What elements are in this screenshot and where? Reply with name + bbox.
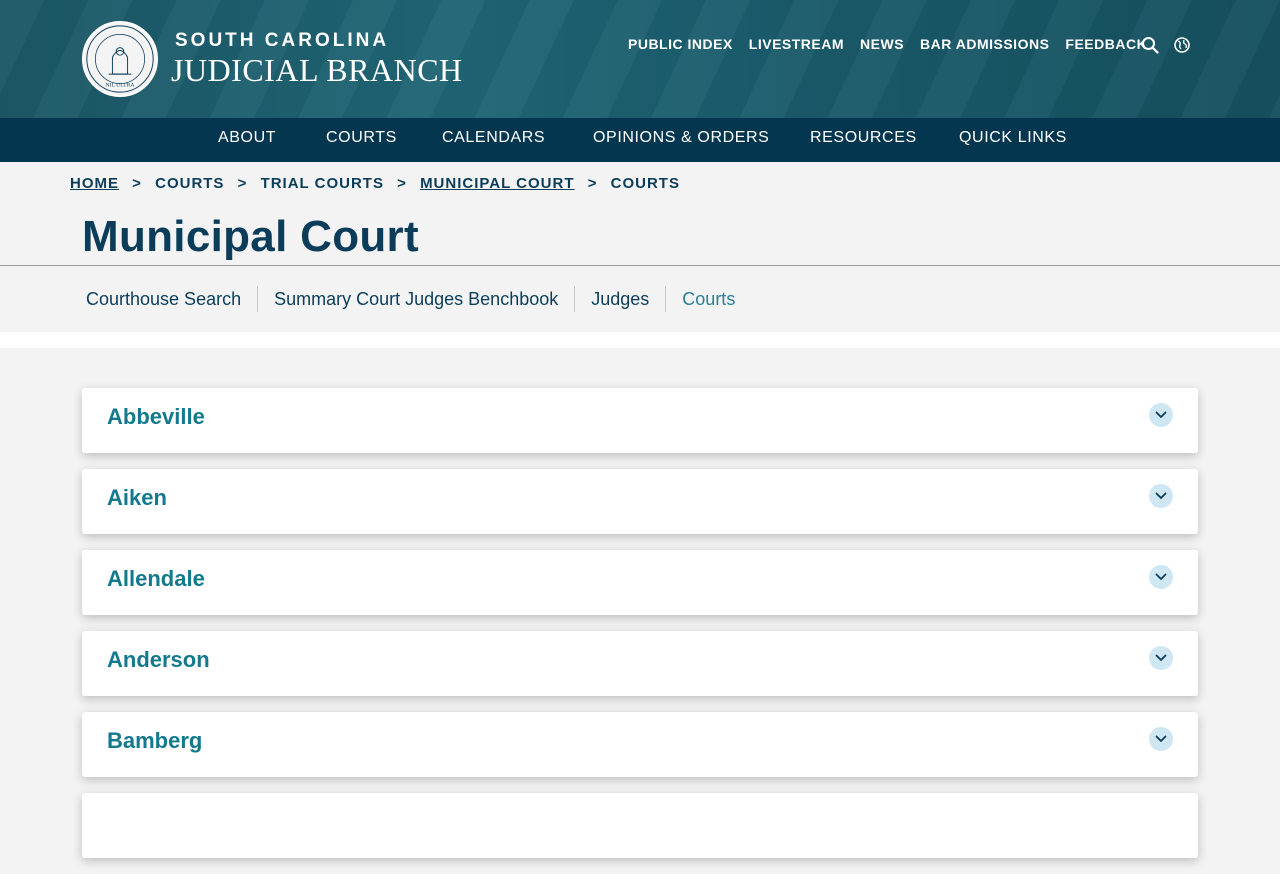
breadcrumb-separator: > — [132, 175, 142, 192]
breadcrumb-separator: > — [397, 175, 407, 192]
breadcrumb-courts: COURTS — [155, 175, 225, 192]
subnav-courts[interactable]: Courts — [666, 289, 751, 310]
seal-graphic: NIL ULTRA — [86, 25, 154, 93]
breadcrumb-trial-courts: TRIAL COURTS — [260, 175, 384, 192]
nav-quick-links[interactable]: QUICK LINKS — [959, 129, 1067, 147]
subnav-courthouse-search[interactable]: Courthouse Search — [70, 289, 257, 310]
chevron-down-icon[interactable] — [1149, 484, 1173, 508]
util-link-livestream[interactable]: LIVESTREAM — [749, 36, 844, 52]
page-title: Municipal Court — [82, 212, 419, 261]
util-link-news[interactable]: NEWS — [860, 36, 904, 52]
court-seal-logo[interactable]: NIL ULTRA — [82, 21, 158, 97]
breadcrumb-separator: > — [237, 175, 248, 192]
subnav-benchbook[interactable]: Summary Court Judges Benchbook — [258, 289, 574, 310]
breadcrumb-separator: > — [587, 175, 598, 192]
accordion-item-bamberg[interactable]: Bamberg — [82, 712, 1198, 777]
accordion-item-abbeville[interactable]: Abbeville — [82, 388, 1198, 453]
county-accordion: Abbeville Aiken Allendale Anderson Bambe… — [82, 388, 1198, 874]
chevron-down-icon[interactable] — [1149, 403, 1173, 427]
accordion-label: Anderson — [107, 647, 210, 672]
site-header: NIL ULTRA SOUTH CAROLINA JUDICIAL BRANCH… — [0, 0, 1280, 118]
accordion-item-allendale[interactable]: Allendale — [82, 550, 1198, 615]
accordion-label: Abbeville — [107, 404, 205, 429]
section-subnav: Courthouse Search Summary Court Judges B… — [70, 286, 751, 312]
accordion-label: Aiken — [107, 485, 167, 510]
brand-name[interactable]: JUDICIAL BRANCH — [171, 52, 463, 89]
nav-courts[interactable]: COURTS — [326, 129, 397, 147]
util-link-feedback[interactable]: FEEDBACK — [1065, 36, 1147, 52]
title-divider — [0, 265, 1280, 266]
brand-state[interactable]: SOUTH CAROLINA — [175, 30, 389, 52]
globe-icon[interactable] — [1173, 36, 1191, 54]
utility-nav: PUBLIC INDEX LIVESTREAM NEWS BAR ADMISSI… — [628, 36, 1163, 52]
chevron-down-icon[interactable] — [1149, 565, 1173, 589]
subnav-judges[interactable]: Judges — [575, 289, 665, 310]
breadcrumb-current: COURTS — [610, 175, 680, 192]
breadcrumb: HOME > COURTS > TRIAL COURTS > MUNICIPAL… — [70, 175, 688, 192]
accordion-label: Allendale — [107, 566, 205, 591]
chevron-down-icon[interactable] — [1149, 727, 1173, 751]
main-nav: ABOUT COURTS CALENDARS OPINIONS & ORDERS… — [0, 118, 1280, 162]
nav-resources[interactable]: RESOURCES — [810, 129, 917, 147]
nav-calendars[interactable]: CALENDARS — [442, 129, 545, 147]
breadcrumb-home[interactable]: HOME — [70, 175, 119, 192]
util-link-bar-admissions[interactable]: BAR ADMISSIONS — [920, 36, 1049, 52]
seal-motto: NIL ULTRA — [105, 82, 135, 88]
breadcrumb-municipal-court[interactable]: MUNICIPAL COURT — [420, 175, 574, 192]
search-icon[interactable] — [1141, 36, 1159, 54]
chevron-down-icon[interactable] — [1149, 646, 1173, 670]
util-link-public-index[interactable]: PUBLIC INDEX — [628, 36, 733, 52]
nav-about[interactable]: ABOUT — [218, 129, 276, 147]
nav-opinions-orders[interactable]: OPINIONS & ORDERS — [593, 129, 769, 147]
accordion-item-partial[interactable] — [82, 793, 1198, 858]
accordion-item-aiken[interactable]: Aiken — [82, 469, 1198, 534]
accordion-item-anderson[interactable]: Anderson — [82, 631, 1198, 696]
accordion-label: Bamberg — [107, 728, 203, 753]
section-band — [0, 332, 1280, 348]
